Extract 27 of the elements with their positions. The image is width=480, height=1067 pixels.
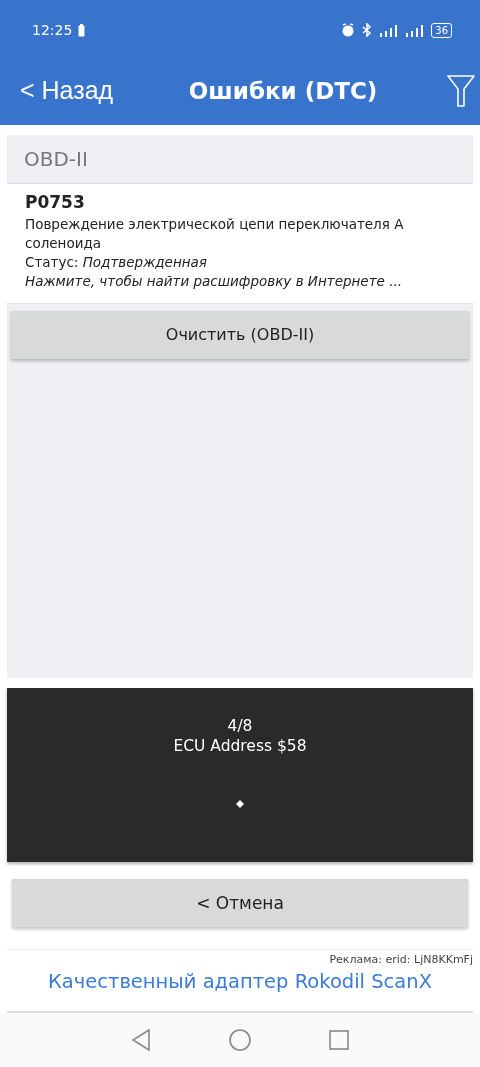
ecu-address: ECU Address $58 xyxy=(173,736,307,757)
clear-button[interactable]: Очистить (OBD-II) xyxy=(11,310,469,359)
signal-icon xyxy=(379,23,400,37)
status-label: Статус: xyxy=(25,253,79,270)
screen-title: Ошибки (DTC) xyxy=(187,77,379,104)
signal-icon xyxy=(405,23,426,37)
section-header: OBD-II xyxy=(7,135,473,184)
status-time: 12:25 xyxy=(32,22,73,38)
bluetooth-icon xyxy=(361,23,374,37)
dtc-description: Повреждение электрической цепи переключателя A соленоида xyxy=(25,214,405,253)
recents-icon[interactable] xyxy=(329,1030,349,1050)
ad-link[interactable]: Качественный адаптер Rokodil ScanX xyxy=(7,970,473,993)
spinner-icon xyxy=(236,800,244,809)
cancel-button[interactable]: < Отмена xyxy=(12,879,468,927)
filter-icon[interactable] xyxy=(447,74,475,107)
ad-label: Реклама: erid: LjN8KKmFj xyxy=(328,953,473,966)
battery-icon xyxy=(78,23,86,37)
battery-level: 36 xyxy=(431,22,452,38)
back-icon[interactable] xyxy=(131,1029,151,1051)
dtc-code: P0753 xyxy=(25,191,86,212)
status-value: Подтвержденная xyxy=(82,253,207,270)
home-icon[interactable] xyxy=(229,1029,251,1051)
progress-step: 4/8 xyxy=(227,716,253,737)
back-button[interactable]: < Назад xyxy=(20,76,114,105)
dtc-item[interactable]: P0753 Повреждение электрической цепи переключателя A соленоида Статус: Подтвержденная Нажмите, чтобы найти расшифровку в Интернете ... xyxy=(7,183,473,304)
search-hint: Нажмите, чтобы найти расшифровку в Интернете ... xyxy=(25,271,403,291)
alarm-icon xyxy=(341,23,356,37)
